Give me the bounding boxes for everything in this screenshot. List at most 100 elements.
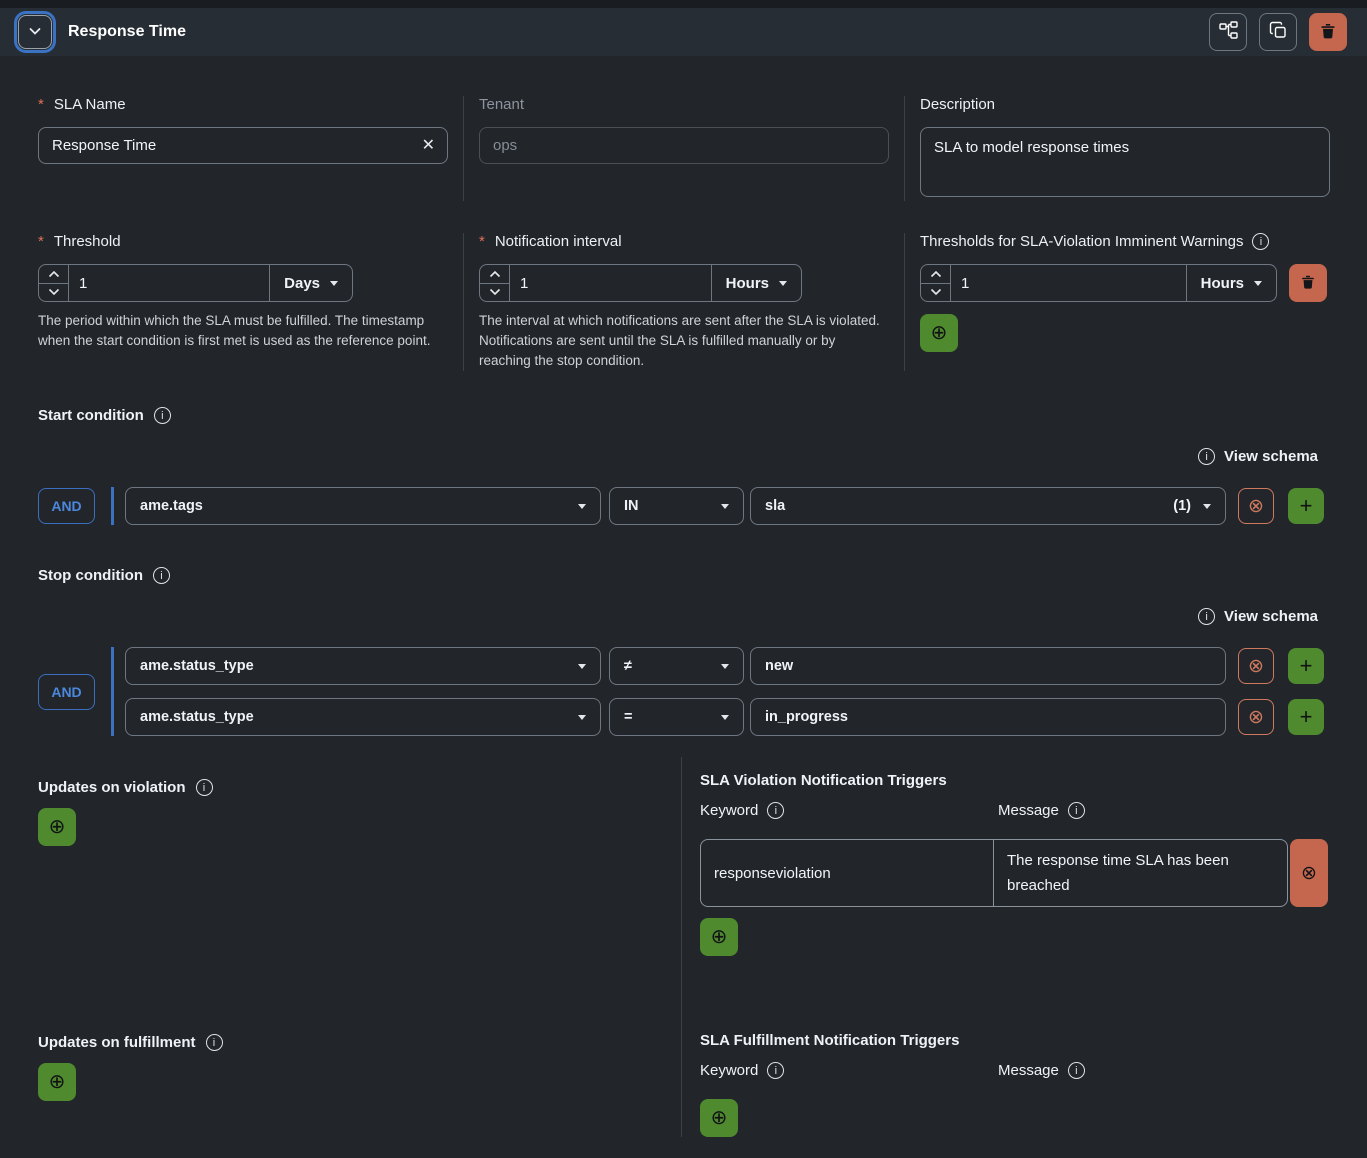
decrement-button[interactable] <box>39 284 68 302</box>
info-icon <box>1198 448 1215 465</box>
stop-operator-select[interactable]: = <box>609 698 744 736</box>
add-warning-threshold-button[interactable]: ⊕ <box>920 314 958 352</box>
add-violation-update-button[interactable]: ⊕ <box>38 808 76 846</box>
triggers-column: SLA Violation Notification Triggers Keyw… <box>682 757 1328 1137</box>
stop-condition-row: ame.status_type ≠ new ⊗ + <box>125 647 1328 685</box>
stop-value-input[interactable]: new <box>750 647 1226 685</box>
stop-field-select[interactable]: ame.status_type <box>125 698 601 736</box>
warning-threshold-spinner: Hours <box>920 264 1277 302</box>
threshold-unit-select[interactable]: Days <box>269 265 352 301</box>
notification-interval-value-input[interactable] <box>510 265 711 301</box>
circle-plus-icon: ⊕ <box>711 1108 728 1128</box>
tenant-column: Tenant <box>479 96 889 201</box>
threshold-value-input[interactable] <box>69 265 269 301</box>
caret-down-icon <box>721 504 729 509</box>
view-workflow-button[interactable] <box>1209 13 1247 51</box>
sla-name-label: *SLA Name <box>38 96 448 113</box>
fulfillment-triggers-labels: Keyword Message <box>700 1062 1328 1079</box>
fulfillment-triggers-title: SLA Fulfillment Notification Triggers <box>700 1032 1328 1049</box>
copy-icon <box>1269 21 1288 43</box>
remove-condition-button[interactable]: ⊗ <box>1238 648 1274 684</box>
info-icon[interactable] <box>196 779 213 796</box>
stop-operator-select[interactable]: ≠ <box>609 647 744 685</box>
start-value-select[interactable]: sla (1) <box>750 487 1226 525</box>
caret-down-icon <box>578 504 586 509</box>
info-icon[interactable] <box>1252 233 1269 250</box>
increment-button[interactable] <box>480 265 509 284</box>
stop-field-select[interactable]: ame.status_type <box>125 647 601 685</box>
notification-interval-unit-select[interactable]: Hours <box>711 265 801 301</box>
caret-down-icon <box>578 664 586 669</box>
trigger-message-input[interactable]: The response time SLA has been breached <box>993 840 1287 906</box>
caret-down-icon <box>779 281 787 286</box>
add-violation-trigger-button[interactable]: ⊕ <box>700 918 738 956</box>
info-icon <box>1198 608 1215 625</box>
remove-warning-threshold-button[interactable] <box>1289 264 1327 302</box>
circle-plus-icon: ⊕ <box>931 323 948 343</box>
add-condition-button[interactable]: + <box>1288 488 1324 524</box>
condition-group-line <box>111 647 114 736</box>
violation-triggers-title: SLA Violation Notification Triggers <box>700 772 1328 789</box>
circle-x-icon: ⊗ <box>1301 862 1317 885</box>
decrement-button[interactable] <box>921 284 950 302</box>
info-icon[interactable] <box>1068 802 1085 819</box>
caret-down-icon <box>721 664 729 669</box>
remove-trigger-button[interactable]: ⊗ <box>1290 839 1328 907</box>
info-icon[interactable] <box>767 1062 784 1079</box>
warning-threshold-unit-select[interactable]: Hours <box>1186 265 1276 301</box>
add-fulfillment-update-button[interactable]: ⊕ <box>38 1063 76 1101</box>
info-icon[interactable] <box>1068 1062 1085 1079</box>
plus-icon: + <box>1300 655 1313 677</box>
threshold-label: *Threshold <box>38 233 448 250</box>
caret-down-icon <box>330 281 338 286</box>
increment-button[interactable] <box>39 265 68 284</box>
start-operator-select[interactable]: IN <box>609 487 744 525</box>
trigger-inputs: The response time SLA has been breached <box>700 839 1288 907</box>
start-field-select[interactable]: ame.tags <box>125 487 601 525</box>
tenant-input <box>479 127 889 164</box>
circle-x-icon: ⊗ <box>1248 657 1264 676</box>
collapse-panel-button[interactable] <box>18 15 52 49</box>
keyword-label: Keyword <box>700 1062 998 1079</box>
caret-down-icon <box>721 715 729 720</box>
condition-group-line <box>111 487 114 525</box>
circle-plus-icon: ⊕ <box>49 1072 66 1092</box>
description-input[interactable]: SLA to model response times <box>920 127 1330 197</box>
info-icon[interactable] <box>767 802 784 819</box>
caret-down-icon <box>578 715 586 720</box>
caret-down-icon <box>1254 281 1262 286</box>
notification-interval-spinner: Hours <box>479 264 802 302</box>
circle-x-icon: ⊗ <box>1248 497 1264 516</box>
keyword-label: Keyword <box>700 802 998 819</box>
stop-view-schema-link[interactable]: View schema <box>38 608 1318 625</box>
add-condition-button[interactable]: + <box>1288 648 1324 684</box>
stop-value-input[interactable]: in_progress <box>750 698 1226 736</box>
circle-plus-icon: ⊕ <box>49 817 66 837</box>
delete-sla-button[interactable] <box>1309 13 1347 51</box>
duplicate-sla-button[interactable] <box>1259 13 1297 51</box>
info-icon[interactable] <box>154 407 171 424</box>
remove-condition-button[interactable]: ⊗ <box>1238 488 1274 524</box>
decrement-button[interactable] <box>480 284 509 302</box>
sla-panel-header: Response Time <box>0 8 1367 56</box>
remove-condition-button[interactable]: ⊗ <box>1238 699 1274 735</box>
sla-form: *SLA Name ✕ Tenant Description SLA to mo… <box>0 96 1367 1137</box>
info-icon[interactable] <box>206 1034 223 1051</box>
sla-name-input[interactable] <box>38 127 448 164</box>
start-condition-builder: AND ame.tags IN sla (1) ⊗ + <box>38 487 1328 525</box>
increment-button[interactable] <box>921 265 950 284</box>
stop-logical-operator-button[interactable]: AND <box>38 674 95 710</box>
start-view-schema-link[interactable]: View schema <box>38 448 1318 465</box>
threshold-column: *Threshold Days The period within which … <box>38 233 448 371</box>
circle-plus-icon: ⊕ <box>711 927 728 947</box>
column-divider <box>904 96 905 201</box>
warning-thresholds-column: Thresholds for SLA-Violation Imminent Wa… <box>920 233 1330 371</box>
trigger-keyword-input[interactable] <box>701 840 993 906</box>
clear-icon[interactable]: ✕ <box>422 138 435 154</box>
start-logical-operator-button[interactable]: AND <box>38 488 95 524</box>
info-icon[interactable] <box>153 567 170 584</box>
add-condition-button[interactable]: + <box>1288 699 1324 735</box>
add-fulfillment-trigger-button[interactable]: ⊕ <box>700 1099 738 1137</box>
warning-threshold-value-input[interactable] <box>951 265 1186 301</box>
updates-and-triggers-area: Updates on violation ⊕ Updates on fulfil… <box>38 757 1328 1137</box>
